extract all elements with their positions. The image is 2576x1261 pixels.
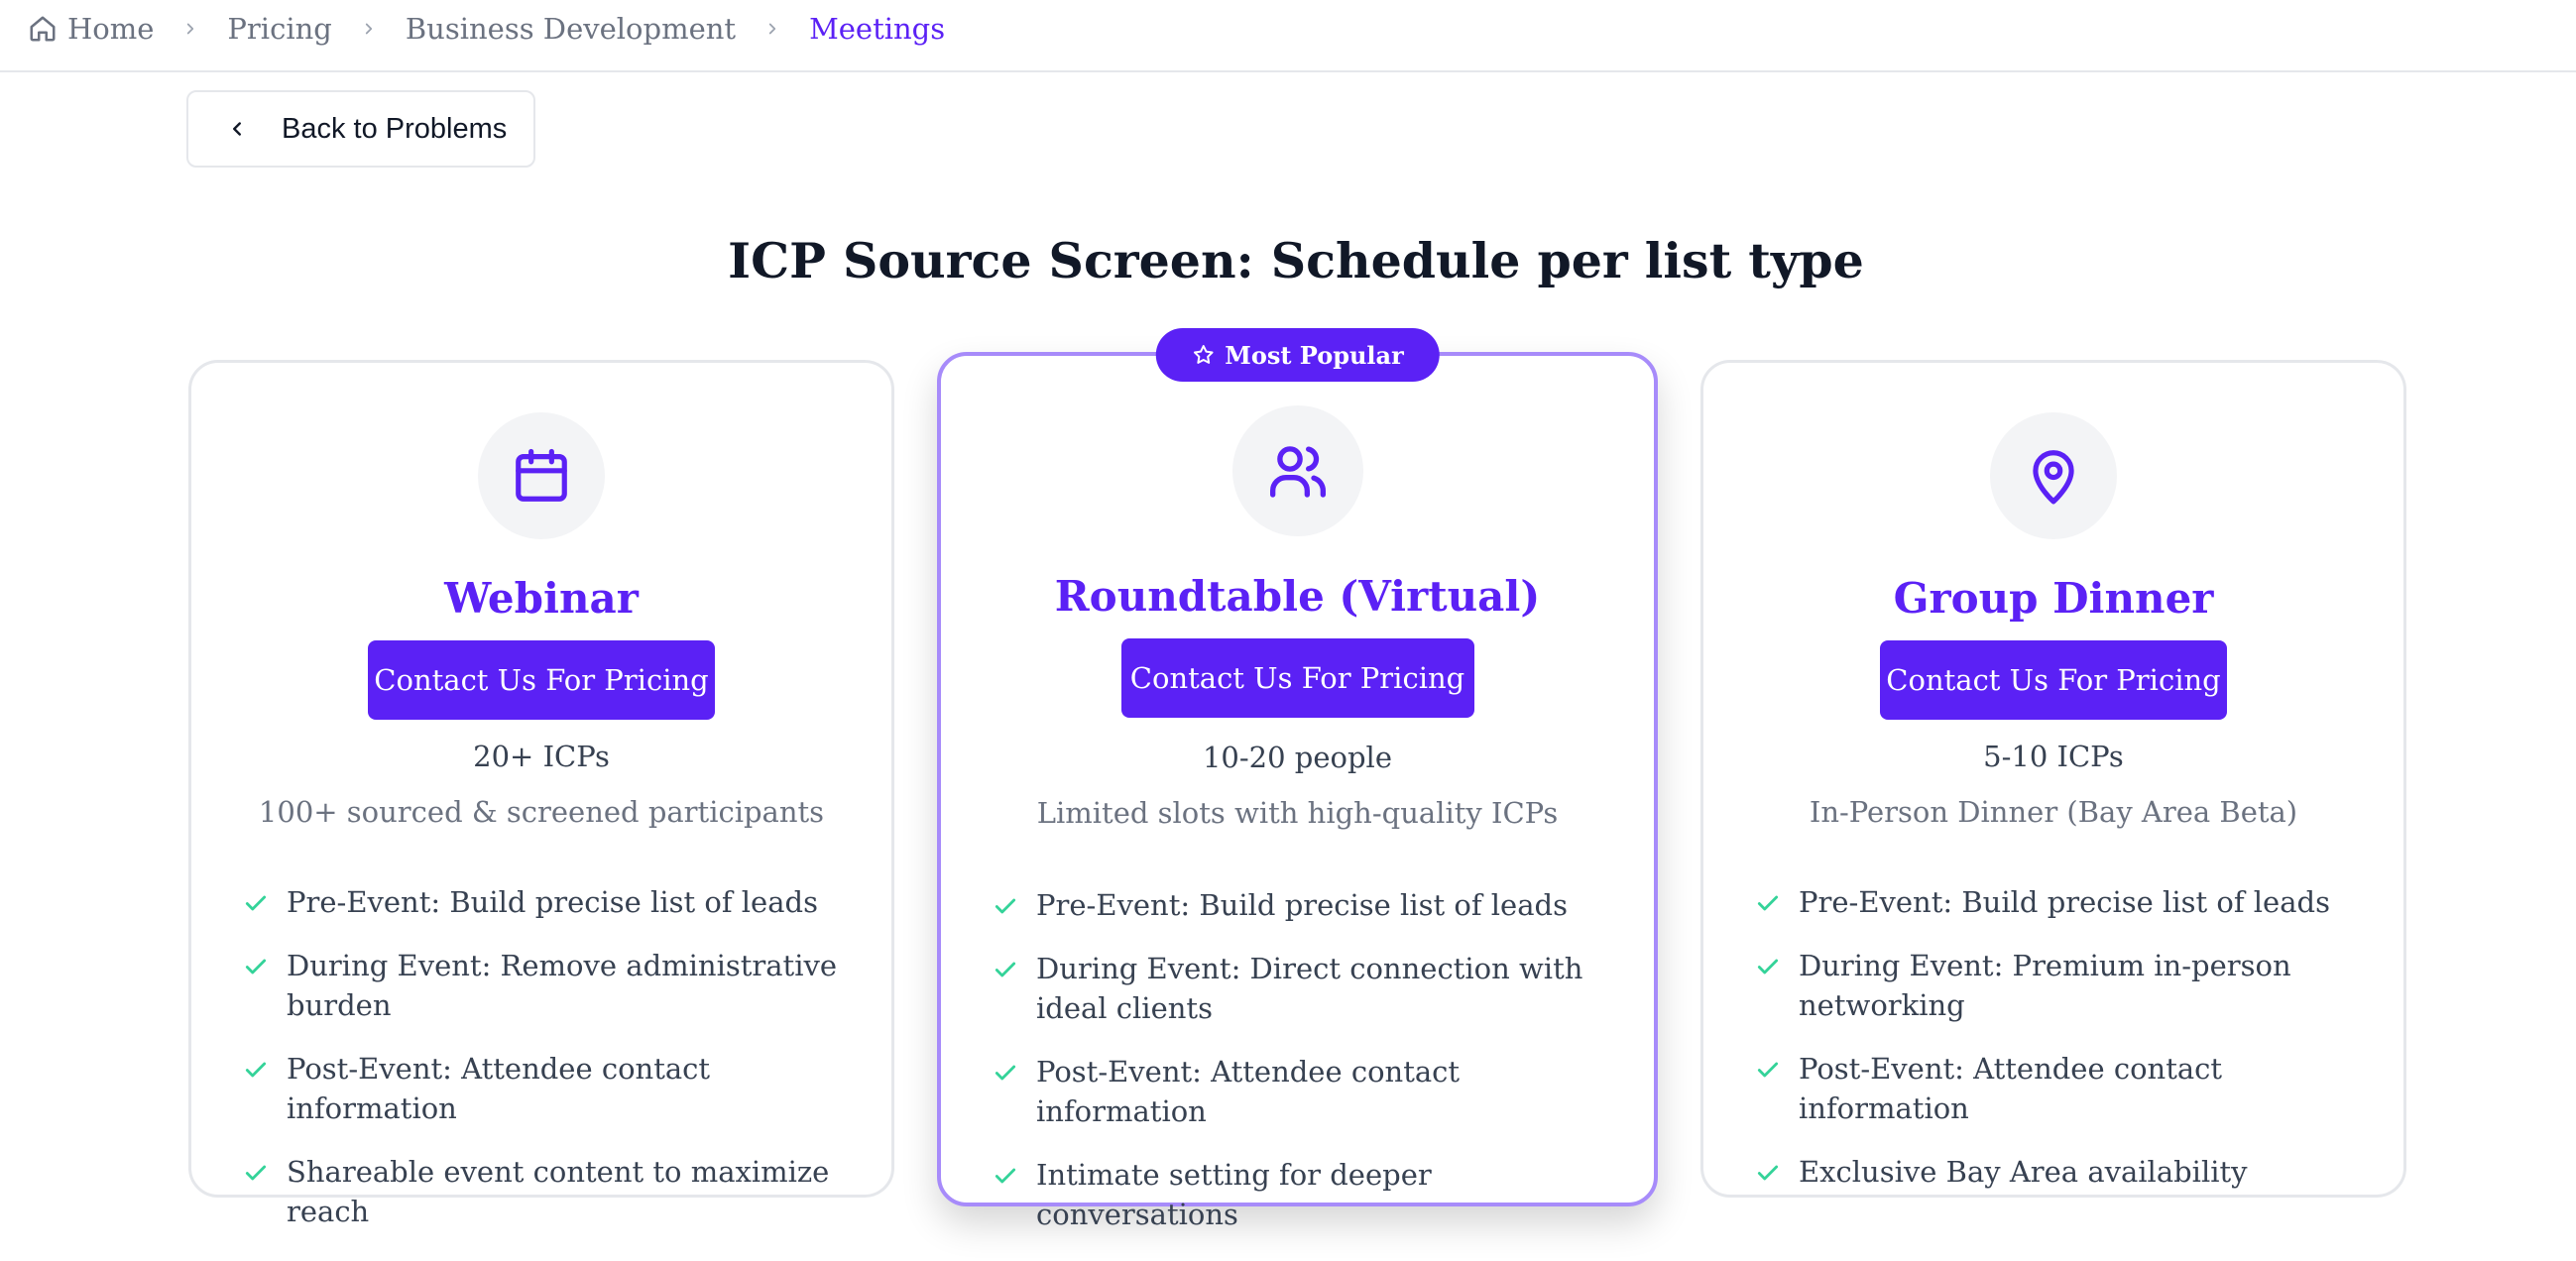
contact-us-for-pricing-button[interactable]: Contact Us For Pricing [1880,640,2227,720]
breadcrumb: Home Pricing Business Development Meetin… [0,0,2576,72]
feature-text: Exclusive Bay Area availability [1799,1155,2248,1189]
feature-text: Post-Event: Attendee contact information [287,1052,711,1125]
plan-subtitle: Limited slots with high-quality ICPs [1036,796,1559,830]
plan-capacity: 20+ ICPs [473,740,610,773]
feature-text: Pre-Event: Build precise list of leads [287,885,818,919]
plan-card-roundtable: Most Popular Roundtable (Virtual) Contac… [937,328,1658,1231]
list-item: During Event: Direct connection with ide… [993,949,1627,1028]
check-icon [995,1065,1016,1081]
feature-text: Pre-Event: Build precise list of leads [1799,885,2330,919]
plan-name: Group Dinner [1893,574,2214,623]
check-icon [995,898,1016,914]
feature-text: Shareable event content to maximize reac… [287,1155,830,1228]
plan-name: Webinar [444,574,639,623]
home-icon [30,16,56,41]
list-item: Post-Event: Attendee contact information [243,1049,858,1128]
feature-text: Post-Event: Attendee contact information [1036,1055,1461,1128]
list-item: Pre-Event: Build precise list of leads [1755,882,2370,922]
feature-text: During Event: Premium in-person networki… [1799,949,2291,1022]
plan-subtitle: In-Person Dinner (Bay Area Beta) [1809,795,2298,829]
check-icon [245,895,267,911]
list-item: Shareable event content to maximize reac… [243,1152,858,1231]
list-item: Post-Event: Attendee contact information [993,1052,1627,1131]
plan-name: Roundtable (Virtual) [1054,572,1541,621]
chevron-right-icon [763,20,781,38]
star-icon [1193,345,1214,364]
check-icon [995,1168,1016,1184]
check-icon [995,962,1016,977]
back-to-problems-button[interactable]: Back to Problems [186,90,535,168]
users-icon [1269,446,1326,498]
check-icon [1757,959,1779,974]
breadcrumb-business-development[interactable]: Business Development [406,12,736,46]
feature-list: Pre-Event: Build precise list of leads D… [993,885,1627,1258]
feature-text: Post-Event: Attendee contact information [1799,1052,2223,1125]
breadcrumb-pricing[interactable]: Pricing [227,12,331,46]
plan-card-webinar: Webinar Contact Us For Pricing 20+ ICPs … [188,360,894,1228]
plan-icon-wrapper [478,412,605,539]
contact-us-for-pricing-button[interactable]: Contact Us For Pricing [368,640,715,720]
plan-subtitle: 100+ sourced & screened participants [258,795,825,829]
chevron-left-icon [233,122,241,136]
plan-icon-wrapper [1231,405,1363,536]
calendar-icon [516,448,567,502]
list-item: Pre-Event: Build precise list of leads [243,882,858,922]
back-button-label: Back to Problems [282,112,508,145]
feature-list: Pre-Event: Build precise list of leads D… [1755,882,2370,1215]
map-pin-icon [2033,450,2074,505]
check-icon [245,959,267,974]
list-item: Intimate setting for deeper conversation… [993,1155,1627,1234]
check-icon [1757,895,1779,911]
feature-text: During Event: Direct connection with ide… [1036,952,1583,1025]
plan-card-group-dinner: Group Dinner Contact Us For Pricing 5-10… [1700,360,2406,1198]
chevron-right-icon [360,20,378,38]
check-icon [245,1062,267,1078]
feature-text: Pre-Event: Build precise list of leads [1036,888,1568,922]
plan-capacity: 5-10 ICPs [1983,740,2124,773]
contact-us-for-pricing-button[interactable]: Contact Us For Pricing [1120,638,1474,718]
page-title: ICP Source Screen: Schedule per list typ… [728,232,1864,289]
list-item: During Event: Premium in-person networki… [1755,946,2370,1025]
check-icon [1757,1062,1779,1078]
feature-text: During Event: Remove administrative burd… [287,949,838,1022]
plan-icon-wrapper [1990,412,2117,539]
list-item: Pre-Event: Build precise list of leads [993,885,1627,925]
breadcrumb-home-label: Home [67,11,155,46]
check-icon [245,1165,267,1181]
feature-list: Pre-Event: Build precise list of leads D… [243,882,858,1255]
list-item: Exclusive Bay Area availability [1755,1152,2370,1192]
plan-capacity: 10-20 people [1202,741,1392,774]
check-icon [1757,1165,1779,1181]
feature-text: Intimate setting for deeper conversation… [1036,1158,1432,1231]
chevron-right-icon [181,20,199,38]
breadcrumb-home[interactable]: Home [28,12,154,46]
most-popular-badge: Most Popular [1155,328,1440,382]
badge-label: Most Popular [1225,340,1404,370]
breadcrumb-meetings: Meetings [809,11,946,46]
list-item: During Event: Remove administrative burd… [243,946,858,1025]
list-item: Post-Event: Attendee contact information [1755,1049,2370,1128]
